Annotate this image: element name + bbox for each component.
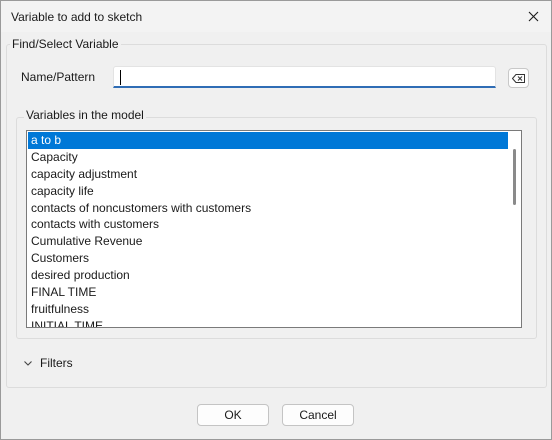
text-caret [120, 70, 121, 85]
title-bar: Variable to add to sketch [1, 1, 551, 32]
list-item[interactable]: capacity life [28, 183, 508, 200]
list-item[interactable]: desired production [28, 267, 508, 284]
cancel-button[interactable]: Cancel [282, 404, 354, 426]
list-item[interactable]: FINAL TIME [28, 284, 508, 301]
list-item[interactable]: Cumulative Revenue [28, 233, 508, 250]
ok-button[interactable]: OK [197, 404, 269, 426]
list-scrollbar[interactable] [509, 131, 521, 327]
filters-label: Filters [40, 356, 73, 370]
list-item[interactable]: a to b [28, 132, 508, 149]
name-pattern-input[interactable] [113, 66, 496, 88]
list-item[interactable]: contacts with customers [28, 216, 508, 233]
backspace-clear-icon [512, 73, 525, 83]
name-pattern-label: Name/Pattern [21, 70, 96, 84]
list-item[interactable]: fruitfulness [28, 301, 508, 318]
list-item[interactable]: INITIAL TIME [28, 318, 508, 327]
filters-expander[interactable]: Filters [22, 356, 73, 370]
variables-list: a to b Capacity capacity adjustment capacit… [28, 132, 508, 327]
clear-input-button[interactable] [508, 68, 529, 88]
close-button[interactable] [519, 4, 547, 29]
list-item[interactable]: capacity adjustment [28, 166, 508, 183]
list-item[interactable]: Customers [28, 250, 508, 267]
find-select-legend: Find/Select Variable [10, 37, 121, 51]
variables-listbox[interactable]: a to b Capacity capacity adjustment capacit… [26, 130, 522, 328]
chevron-down-icon [24, 361, 32, 366]
variables-legend: Variables in the model [24, 108, 146, 122]
list-item[interactable]: Capacity [28, 149, 508, 166]
list-item[interactable]: contacts of noncustomers with customers [28, 200, 508, 217]
window-title: Variable to add to sketch [11, 10, 143, 24]
scrollbar-thumb[interactable] [513, 149, 516, 205]
close-icon [528, 11, 538, 22]
